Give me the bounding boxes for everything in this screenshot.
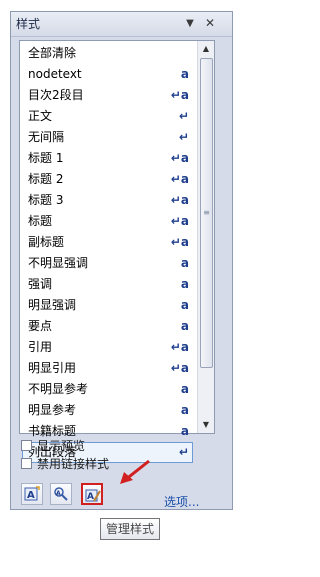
new-style-icon: A: [24, 486, 40, 501]
style-name: 引用: [28, 340, 53, 354]
style-type-icon: ↵a: [170, 340, 189, 354]
style-name: 不明显参考: [28, 382, 89, 396]
svg-text:A: A: [56, 490, 61, 497]
style-list-item[interactable]: 全部清除: [22, 43, 193, 64]
style-type-icon: ↵a: [170, 193, 189, 207]
style-type-icon: ↵: [178, 130, 189, 144]
styles-list: 全部清除 nodetext a 目次2段目 ↵a 正文 ↵ 无间隔 ↵ 标题 1 ↵a 标题 2 ↵a 标…: [19, 40, 215, 463]
style-name: 标题 3: [28, 193, 64, 207]
style-type-icon: ↵a: [170, 88, 189, 102]
style-list-item[interactable]: nodetext a: [22, 64, 193, 85]
scroll-up-arrow-icon[interactable]: ▲: [198, 41, 214, 57]
style-type-icon: ↵: [178, 109, 189, 123]
style-name: 明显强调: [28, 298, 77, 312]
styles-pane: 样式 ▼ ✕ 全部清除 nodetext a 目次2段目 ↵a 正文 ↵ 无间隔 ↵ 标题 1 ↵a…: [10, 11, 233, 510]
disable-linked-styles-checkbox[interactable]: [21, 458, 32, 469]
style-name: 明显参考: [28, 403, 77, 417]
style-name: 无间隔: [28, 130, 65, 144]
pane-titlebar: 样式 ▼ ✕: [11, 12, 232, 37]
style-type-icon: a: [180, 67, 189, 81]
scrollbar-thumb[interactable]: ≡: [200, 58, 213, 368]
vertical-scrollbar[interactable]: ▲ ≡ ▼: [197, 41, 214, 433]
style-name: nodetext: [28, 67, 82, 81]
style-type-icon: ↵a: [170, 361, 189, 375]
manage-styles-tooltip: 管理样式: [100, 518, 161, 540]
style-list-item[interactable]: 标题 1 ↵a: [22, 148, 193, 169]
style-list-item[interactable]: 正文 ↵: [22, 106, 193, 127]
style-type-icon: a: [180, 319, 189, 333]
style-name: 要点: [28, 319, 53, 333]
close-icon[interactable]: ✕: [202, 15, 218, 32]
manage-styles-icon: A: [85, 489, 101, 502]
style-list-item[interactable]: 明显引用 ↵a: [22, 358, 193, 379]
style-list-item[interactable]: 副标题 ↵a: [22, 232, 193, 253]
style-name: 标题 2: [28, 172, 64, 186]
style-list-item[interactable]: 明显强调 a: [22, 295, 193, 316]
style-type-icon: a: [180, 403, 189, 417]
style-type-icon: ↵a: [170, 151, 189, 165]
style-list-item[interactable]: 强调 a: [22, 274, 193, 295]
style-list-item[interactable]: 不明显强调 a: [22, 253, 193, 274]
disable-linked-styles-label: 禁用链接样式: [37, 457, 110, 471]
style-list-item[interactable]: 明显参考 a: [22, 400, 193, 421]
manage-styles-button[interactable]: A: [81, 483, 103, 505]
show-preview-label: 显示预览: [37, 439, 86, 453]
style-name: 正文: [28, 109, 53, 123]
options-link[interactable]: 选项...: [164, 494, 199, 510]
styles-list-items: 全部清除 nodetext a 目次2段目 ↵a 正文 ↵ 无间隔 ↵ 标题 1 ↵a 标题 2 ↵a 标…: [22, 43, 193, 463]
style-type-icon: a: [180, 424, 189, 438]
scroll-down-arrow-icon[interactable]: ▼: [198, 417, 214, 433]
show-preview-checkbox[interactable]: [21, 440, 32, 451]
style-type-icon: ↵a: [170, 214, 189, 228]
style-type-icon: a: [180, 256, 189, 270]
style-list-item[interactable]: 无间隔 ↵: [22, 127, 193, 148]
style-name: 标题 1: [28, 151, 64, 165]
style-list-item[interactable]: 目次2段目 ↵a: [22, 85, 193, 106]
style-type-icon: a: [180, 382, 189, 396]
style-list-item[interactable]: 引用 ↵a: [22, 337, 193, 358]
pane-title: 样式: [16, 17, 41, 31]
svg-text:A: A: [87, 492, 94, 502]
style-name: 强调: [28, 277, 53, 291]
style-name: 标题: [28, 214, 53, 228]
style-name: 全部清除: [28, 46, 77, 60]
style-type-icon: ↵a: [170, 172, 189, 186]
style-type-icon: a: [180, 277, 189, 291]
style-list-item[interactable]: 不明显参考 a: [22, 379, 193, 400]
show-preview-checkbox-row[interactable]: 显示预览: [21, 438, 141, 454]
scrollbar-grip-icon: ≡: [203, 208, 210, 217]
style-name: 不明显强调: [28, 256, 89, 270]
style-name: 副标题: [28, 235, 65, 249]
style-inspector-icon: A: [54, 487, 68, 501]
style-list-item[interactable]: 标题 2 ↵a: [22, 169, 193, 190]
style-type-icon: ↵a: [170, 235, 189, 249]
svg-text:A: A: [27, 490, 35, 501]
new-style-button[interactable]: A: [21, 483, 43, 505]
style-name: 明显引用: [28, 361, 77, 375]
style-name: 目次2段目: [28, 88, 84, 102]
style-type-icon: a: [180, 298, 189, 312]
red-pointer-arrow-icon: [120, 459, 150, 484]
style-type-icon: ↵: [178, 445, 189, 459]
style-inspector-button[interactable]: A: [50, 483, 72, 505]
style-list-item[interactable]: 要点 a: [22, 316, 193, 337]
style-list-item[interactable]: 标题 ↵a: [22, 211, 193, 232]
pane-menu-dropdown-icon[interactable]: ▼: [182, 15, 198, 32]
style-list-item[interactable]: 标题 3 ↵a: [22, 190, 193, 211]
